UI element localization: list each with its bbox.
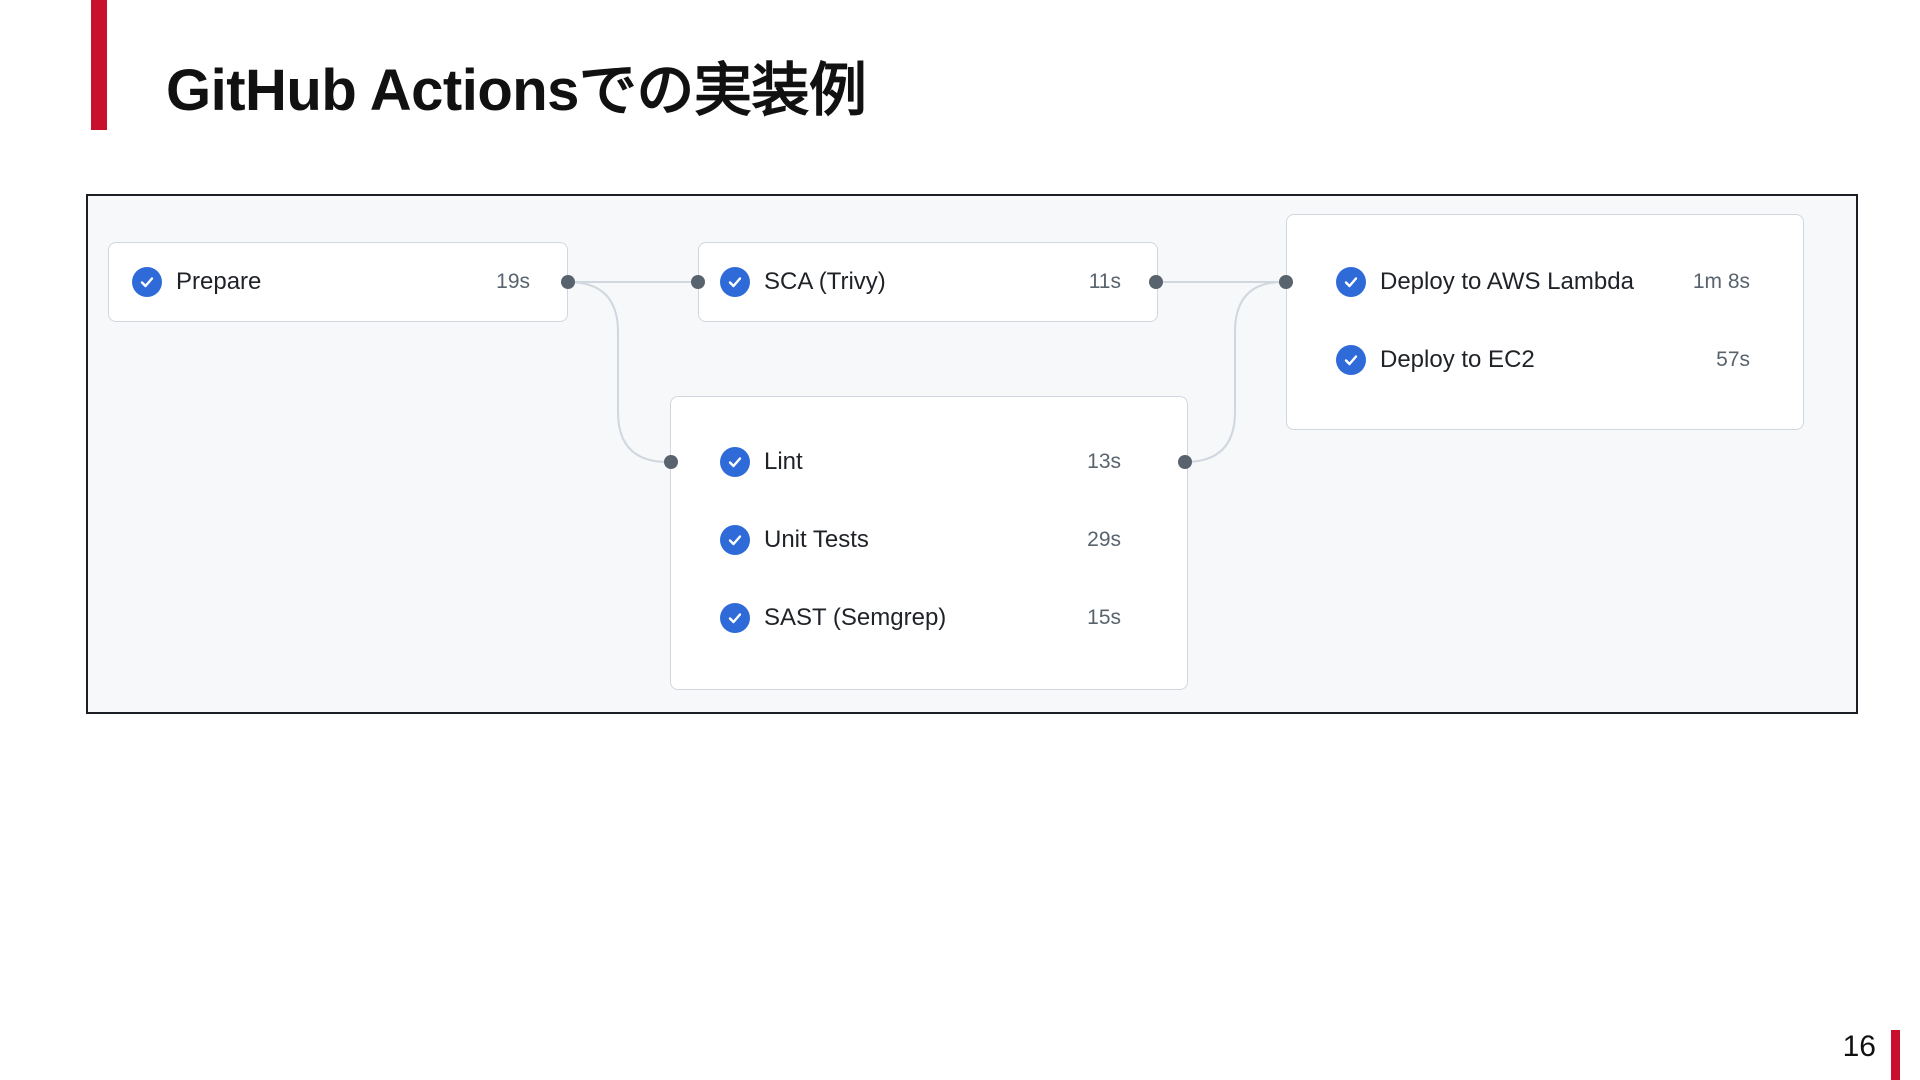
connector-dot: [691, 275, 705, 289]
check-circle-icon: [1336, 267, 1366, 297]
check-circle-icon: [132, 267, 162, 297]
job-sast-semgrep[interactable]: SAST (Semgrep): [720, 598, 946, 638]
page-number: 16: [1842, 1030, 1876, 1063]
check-circle-icon: [720, 525, 750, 555]
job-name: Deploy to AWS Lambda: [1380, 268, 1634, 295]
job-name: Unit Tests: [764, 526, 869, 553]
page-title: GitHub Actionsでの実装例: [166, 58, 867, 123]
job-duration: 13s: [1087, 450, 1121, 473]
workflow-graph: Prepare 19s SCA (Trivy) 11s Lint 13s Uni…: [86, 194, 1858, 714]
job-duration: 19s: [496, 270, 530, 293]
check-circle-icon: [720, 603, 750, 633]
connector-dot: [561, 275, 575, 289]
job-duration: 11s: [1088, 270, 1121, 293]
job-name: SAST (Semgrep): [764, 604, 947, 631]
connector-dot: [1279, 275, 1293, 289]
connector-prepare-lint: [567, 281, 669, 463]
title-accent-bar: [91, 0, 107, 130]
job-sca-trivy[interactable]: SCA (Trivy): [720, 262, 886, 302]
connector-dot: [1149, 275, 1163, 289]
job-unit-tests[interactable]: Unit Tests: [720, 520, 869, 560]
job-deploy-aws-lambda[interactable]: Deploy to AWS Lambda: [1336, 262, 1634, 302]
connector-dot: [1178, 455, 1192, 469]
job-duration: 15s: [1087, 606, 1121, 629]
job-name: SCA (Trivy): [764, 268, 886, 295]
job-prepare[interactable]: Prepare: [132, 262, 261, 302]
job-deploy-ec2[interactable]: Deploy to EC2: [1336, 340, 1535, 380]
job-duration: 57s: [1716, 348, 1750, 371]
job-lint[interactable]: Lint: [720, 442, 803, 482]
page-number-accent-bar: [1891, 1030, 1900, 1080]
job-group-card-deploy: [1286, 214, 1804, 430]
job-duration: 29s: [1087, 528, 1121, 551]
check-circle-icon: [720, 447, 750, 477]
connector-dot: [664, 455, 678, 469]
connector-lint-deploy: [1184, 281, 1284, 463]
job-name: Prepare: [176, 268, 262, 295]
check-circle-icon: [720, 267, 750, 297]
job-name: Lint: [764, 448, 803, 475]
job-name: Deploy to EC2: [1380, 346, 1535, 373]
check-circle-icon: [1336, 345, 1366, 375]
job-duration: 1m 8s: [1692, 270, 1750, 293]
